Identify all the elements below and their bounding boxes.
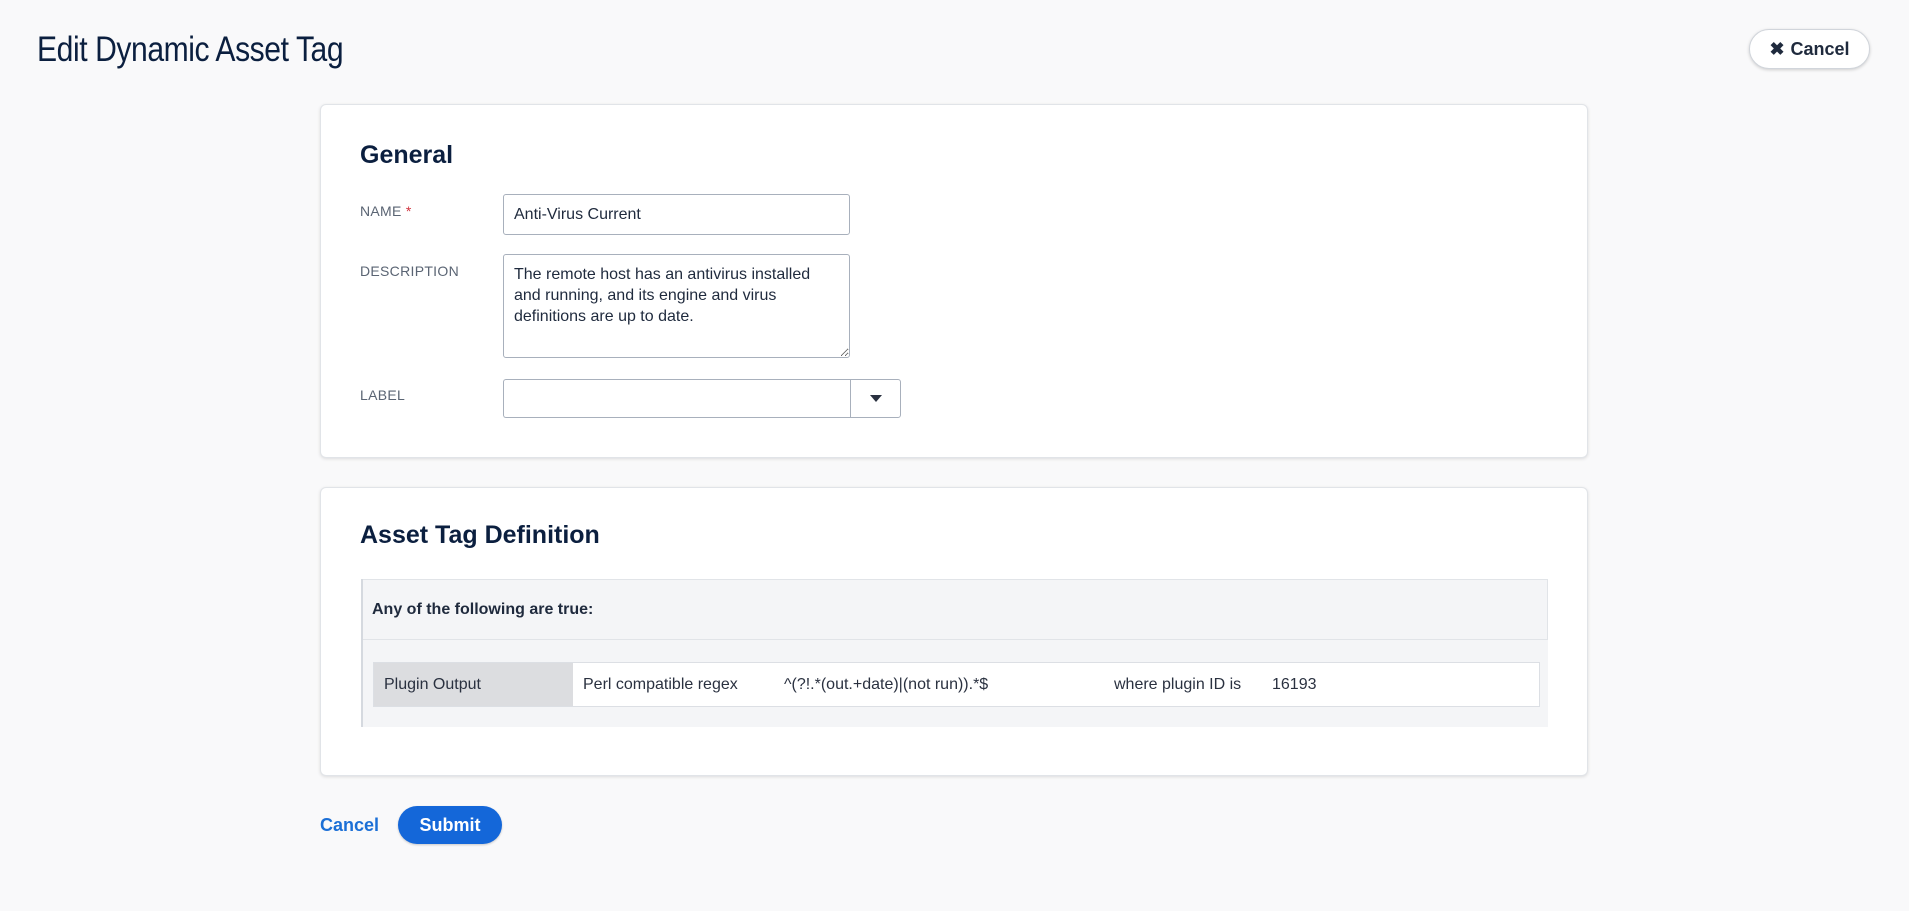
asset-tag-definition-card: Asset Tag Definition Any of the followin…: [320, 487, 1588, 776]
required-marker: *: [405, 203, 412, 219]
description-textarea[interactable]: The remote host has an antivirus install…: [503, 254, 850, 358]
rule-plugin-id[interactable]: 16193: [1272, 663, 1317, 706]
label-select[interactable]: [503, 379, 901, 418]
label-select-toggle[interactable]: [850, 379, 901, 418]
close-icon: ✖: [1769, 38, 1785, 59]
cancel-button[interactable]: Cancel: [320, 815, 379, 836]
rule-row[interactable]: Plugin Output Perl compatible regex ^(?!…: [373, 662, 1540, 707]
definition-heading: Asset Tag Definition: [360, 521, 600, 549]
name-label: NAME *: [360, 203, 412, 219]
rule-category[interactable]: Plugin Output: [374, 663, 573, 706]
name-input[interactable]: [503, 194, 850, 235]
rule-operator[interactable]: Perl compatible regex: [583, 663, 738, 706]
page-title: Edit Dynamic Asset Tag: [37, 30, 344, 69]
rule-group-header: Any of the following are true:: [363, 579, 1548, 640]
name-label-text: NAME: [360, 203, 402, 219]
rule-group: Any of the following are true: Plugin Ou…: [361, 579, 1548, 727]
description-label: DESCRIPTION: [360, 263, 459, 279]
rule-value[interactable]: ^(?!.*(out.+date)|(not run)).*$: [784, 663, 988, 706]
caret-down-icon: [869, 395, 882, 402]
label-select-input[interactable]: [503, 379, 850, 418]
rule-qualifier: where plugin ID is: [1114, 675, 1242, 693]
submit-button[interactable]: Submit: [398, 806, 502, 844]
general-heading: General: [360, 141, 454, 169]
label-label: LABEL: [360, 387, 406, 403]
header-cancel-label: Cancel: [1790, 38, 1850, 59]
general-card: General NAME * DESCRIPTION The remote ho…: [320, 104, 1588, 458]
header-cancel-button[interactable]: ✖ Cancel: [1749, 29, 1870, 69]
